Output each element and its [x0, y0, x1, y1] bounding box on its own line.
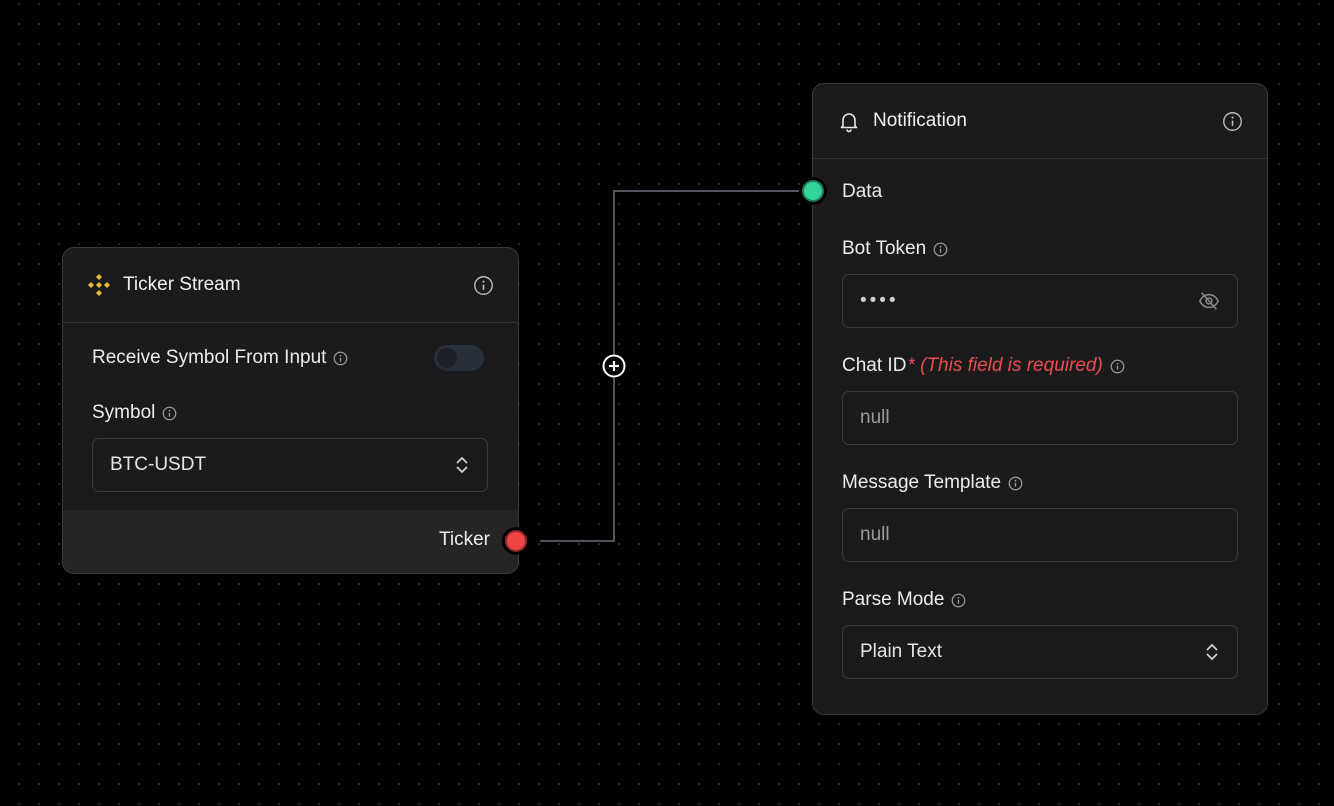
bot-token-label: Bot Token	[842, 238, 927, 259]
ticker-node-header[interactable]: Ticker Stream	[63, 248, 518, 323]
notification-node-title: Notification	[873, 110, 967, 131]
parse-mode-value: Plain Text	[860, 641, 943, 662]
symbol-label: Symbol	[92, 402, 156, 423]
message-template-input[interactable]: null	[842, 508, 1238, 562]
message-template-label: Message Template	[842, 472, 1002, 493]
parse-mode-select[interactable]: Plain Text	[842, 625, 1238, 679]
eye-off-icon[interactable]	[1198, 290, 1220, 312]
notification-node[interactable]: Notification Data Bot Token •••• Chat ID…	[812, 83, 1268, 715]
chevron-up-down-icon	[454, 456, 470, 474]
notification-node-header[interactable]: Notification	[813, 84, 1267, 159]
chevron-up-down-icon	[1204, 643, 1220, 661]
add-node-icon[interactable]	[602, 354, 626, 378]
ticker-output-handle[interactable]	[505, 530, 527, 552]
data-input-label: Data	[842, 181, 883, 202]
info-icon[interactable]	[944, 593, 966, 608]
toggle-knob	[437, 348, 457, 368]
receive-symbol-toggle[interactable]	[434, 345, 484, 371]
chat-id-input[interactable]: null	[842, 391, 1238, 445]
symbol-select[interactable]: BTC-USDT	[92, 438, 488, 492]
bot-token-input[interactable]: ••••	[842, 274, 1238, 328]
receive-symbol-label: Receive Symbol From Input	[92, 347, 327, 368]
info-icon[interactable]	[926, 242, 948, 257]
info-icon[interactable]	[473, 275, 494, 296]
info-icon[interactable]	[1001, 476, 1023, 491]
ticker-node-title: Ticker Stream	[123, 274, 241, 295]
binance-icon	[87, 273, 111, 297]
bot-token-value: ••••	[860, 290, 899, 311]
chat-id-value: null	[860, 407, 890, 428]
symbol-value: BTC-USDT	[110, 454, 207, 475]
parse-mode-label: Parse Mode	[842, 589, 945, 610]
bell-icon	[837, 109, 861, 133]
chat-id-label: Chat ID	[842, 355, 907, 376]
ticker-output-row: Ticker	[63, 510, 518, 573]
info-icon[interactable]	[326, 351, 348, 366]
chat-id-required-text: * (This field is required)	[907, 355, 1103, 376]
ticker-stream-node[interactable]: Ticker Stream Receive Symbol From Input …	[62, 247, 519, 574]
info-icon[interactable]	[1222, 111, 1243, 132]
ticker-output-label: Ticker	[438, 529, 490, 550]
message-template-value: null	[860, 524, 890, 545]
info-icon[interactable]	[155, 406, 177, 421]
info-icon[interactable]	[1103, 359, 1125, 374]
data-input-handle[interactable]	[802, 180, 824, 202]
